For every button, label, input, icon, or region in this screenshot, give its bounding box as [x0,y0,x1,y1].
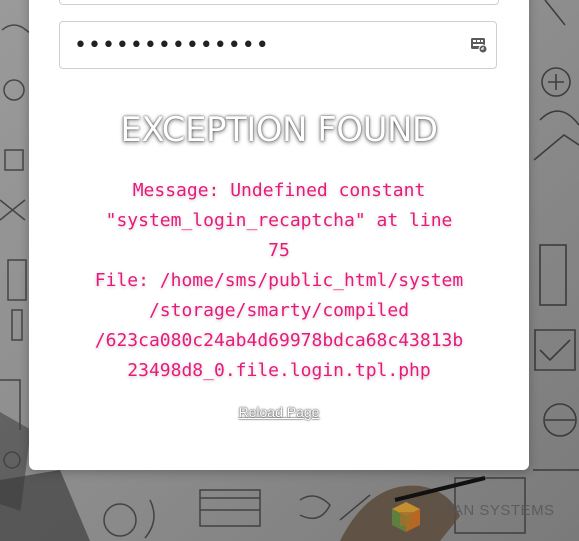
reload-container: Reload Page [29,404,529,422]
titan-cube-logo [392,502,420,532]
password-input[interactable] [74,22,454,68]
exception-message: Message: Undefined constant "system_logi… [94,180,464,381]
password-reveal-icon[interactable] [470,36,488,54]
password-field[interactable] [59,21,497,69]
login-card: EXCEPTION FOUND Message: Undefined const… [29,0,529,470]
brand-logo: TITAN SYSTEMS [388,498,579,534]
username-field[interactable] [59,0,499,5]
exception-title: EXCEPTION FOUND [120,110,438,150]
reload-page-link[interactable]: Reload Page [239,404,320,420]
brand-name: TITAN SYSTEMS [430,502,555,519]
